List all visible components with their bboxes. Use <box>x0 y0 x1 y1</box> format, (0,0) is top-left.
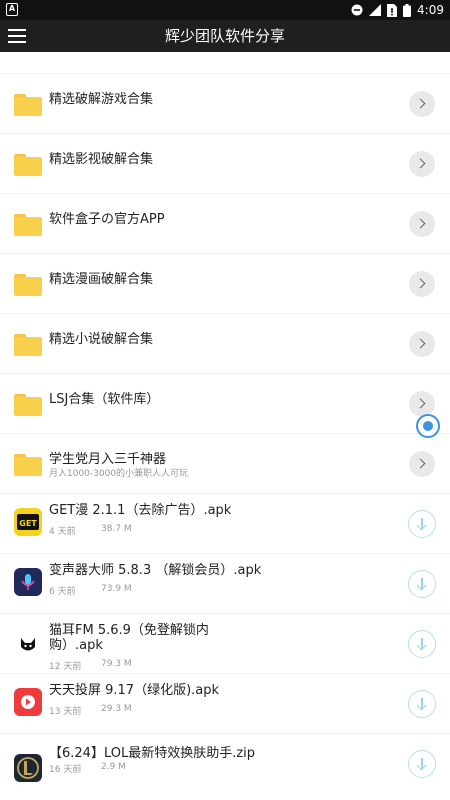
download-icon[interactable] <box>408 510 436 538</box>
folder-icon <box>14 94 42 116</box>
file-date: 16 天前 <box>49 765 82 775</box>
download-icon[interactable] <box>408 690 436 718</box>
floating-assist-button[interactable] <box>416 414 440 438</box>
status-icons: 4:09 <box>351 2 444 18</box>
folder-title: 精选破解游戏合集 <box>49 92 154 107</box>
folder-row[interactable]: 软件盒子の官方APP <box>0 193 450 253</box>
app-bar: 辉少团队软件分享 <box>0 20 450 52</box>
battery-icon <box>403 3 412 17</box>
download-icon[interactable] <box>408 630 436 658</box>
screen-cast-icon <box>14 688 42 716</box>
file-size: 38.7 M <box>101 524 132 534</box>
file-date: 4 天前 <box>49 527 76 537</box>
cat-ear-icon <box>14 630 42 658</box>
page-title: 辉少团队软件分享 <box>164 27 285 45</box>
folder-row[interactable]: 学生党月入三千神器 月入1000-3000的小兼职人人可玩 <box>0 433 450 493</box>
file-row[interactable]: 【6.24】LOL最新特效换肤助手.zip 16 天前 2.9 M <box>0 733 450 793</box>
file-title: 【6.24】LOL最新特效换肤助手.zip <box>49 746 256 761</box>
file-row[interactable]: 变声器大师 5.8.3 （解锁会员）.apk 6 天前 73.9 M <box>0 553 450 613</box>
folder-title: 软件盒子の官方APP <box>49 212 165 227</box>
notification-icon: A <box>6 3 18 16</box>
folder-icon <box>14 454 42 476</box>
no-sim-icon <box>387 3 398 17</box>
file-row[interactable]: GET GET漫 2.1.1（去除广告）.apk 4 天前 38.7 M <box>0 493 450 553</box>
folder-title: 学生党月入三千神器 <box>49 452 167 467</box>
folder-icon <box>14 154 42 176</box>
voice-changer-icon <box>14 568 42 596</box>
file-size: 79.3 M <box>101 659 132 669</box>
folder-icon <box>14 394 42 416</box>
chevron-right-icon[interactable] <box>409 91 435 117</box>
file-date: 12 天前 <box>49 662 82 672</box>
chevron-right-icon[interactable] <box>409 151 435 177</box>
lol-icon <box>14 754 42 782</box>
folder-icon <box>14 274 42 296</box>
file-title: GET漫 2.1.1（去除广告）.apk <box>49 503 232 518</box>
file-size: 73.9 M <box>101 584 132 594</box>
get-manga-icon: GET <box>14 508 42 536</box>
file-date: 6 天前 <box>49 587 76 597</box>
chevron-right-icon[interactable] <box>409 211 435 237</box>
folder-row[interactable]: LSJ合集（软件库） <box>0 373 450 433</box>
folder-row[interactable]: 精选漫画破解合集 <box>0 253 450 313</box>
folder-title: 精选漫画破解合集 <box>49 272 154 287</box>
clock: 4:09 <box>417 3 444 17</box>
folder-row[interactable]: 精选影视破解合集 <box>0 133 450 193</box>
folder-title: 精选影视破解合集 <box>49 152 154 167</box>
chevron-right-icon[interactable] <box>409 451 435 477</box>
chevron-right-icon[interactable] <box>409 391 435 417</box>
do-not-disturb-icon <box>351 4 363 16</box>
download-icon[interactable] <box>408 750 436 778</box>
folder-icon <box>14 214 42 236</box>
signal-icon <box>369 4 382 16</box>
chevron-right-icon[interactable] <box>409 331 435 357</box>
folder-icon <box>14 334 42 356</box>
file-row[interactable]: 天天投屏 9.17（绿化版).apk 13 天前 29.3 M <box>0 673 450 733</box>
folder-title: 精选小说破解合集 <box>49 332 154 347</box>
file-title: 猫耳FM 5.6.9（免登解锁内购）.apk <box>49 623 209 653</box>
download-icon[interactable] <box>408 570 436 598</box>
folder-title: LSJ合集（软件库） <box>49 392 160 407</box>
file-title: 天天投屏 9.17（绿化版).apk <box>49 683 220 698</box>
file-title: 变声器大师 5.8.3 （解锁会员）.apk <box>49 563 262 578</box>
status-bar: A 4:09 <box>0 0 450 20</box>
svg-text:GET: GET <box>19 519 37 528</box>
file-row[interactable]: 猫耳FM 5.6.9（免登解锁内购）.apk 12 天前 79.3 M <box>0 613 450 673</box>
file-date: 13 天前 <box>49 707 82 717</box>
chevron-right-icon[interactable] <box>409 271 435 297</box>
folder-row[interactable]: 精选小说破解合集 <box>0 313 450 373</box>
folder-subtitle: 月入1000-3000的小兼职人人可玩 <box>49 469 189 479</box>
file-size: 29.3 M <box>101 704 132 714</box>
folder-row[interactable]: 精选破解游戏合集 <box>0 73 450 133</box>
file-size: 2.9 M <box>101 762 126 772</box>
